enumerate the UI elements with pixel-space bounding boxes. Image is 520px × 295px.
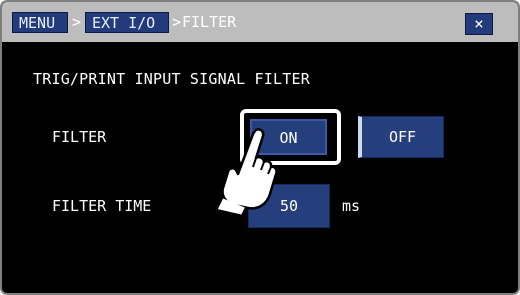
close-button[interactable]: × xyxy=(465,13,493,35)
filter-off-button[interactable]: OFF xyxy=(358,116,444,158)
breadcrumb-menu[interactable]: MENU xyxy=(12,12,68,33)
filter-time-label: FILTER TIME xyxy=(52,197,152,215)
breadcrumb-separator: > xyxy=(172,13,182,31)
device-screen: MENU > EXT I/O > FILTER × TRIG/PRINT INP… xyxy=(0,0,520,295)
title-bar: MENU > EXT I/O > FILTER × xyxy=(2,2,518,42)
section-heading: TRIG/PRINT INPUT SIGNAL FILTER xyxy=(33,70,310,88)
pointing-hand-icon xyxy=(214,128,278,216)
filter-time-unit: ms xyxy=(342,197,361,215)
breadcrumb-ext-io[interactable]: EXT I/O xyxy=(85,12,169,33)
filter-label: FILTER xyxy=(52,128,107,146)
breadcrumb-current: FILTER xyxy=(182,13,237,31)
breadcrumb-separator: > xyxy=(72,13,82,31)
